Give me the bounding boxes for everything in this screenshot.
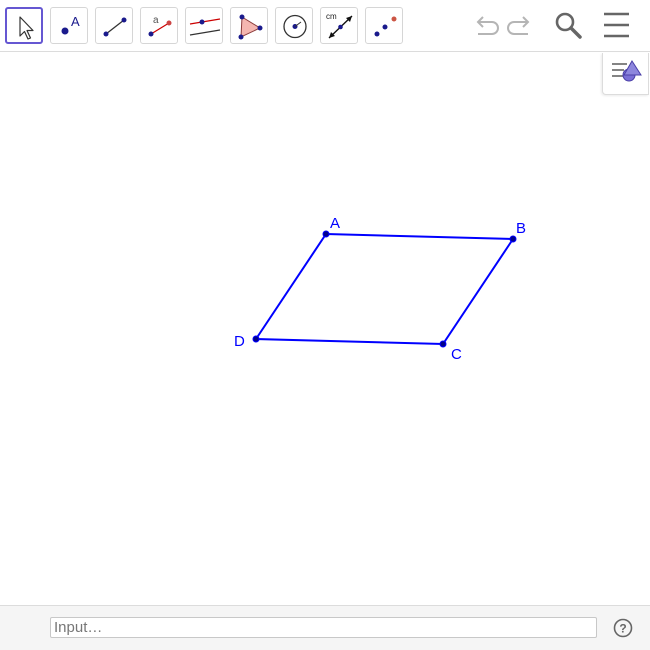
input-bar: ? <box>0 605 650 650</box>
tool-circle[interactable] <box>275 7 313 44</box>
point-a-label: A <box>330 215 340 232</box>
help-icon[interactable]: ? <box>613 618 633 638</box>
graphics-view[interactable]: A B C D <box>0 53 650 605</box>
tool-polygon[interactable] <box>230 7 268 44</box>
slider-icon: a <box>148 15 172 37</box>
polygon-abcd <box>254 232 515 346</box>
algebra-input[interactable] <box>50 617 597 638</box>
point-d-label: D <box>234 333 245 350</box>
svg-text:a: a <box>153 15 159 26</box>
search-icon[interactable] <box>553 10 585 42</box>
point-c-label: C <box>451 346 462 363</box>
point-icon: A <box>61 14 80 35</box>
distance-icon: cm <box>326 12 353 39</box>
point-a <box>322 230 330 238</box>
tool-reflect[interactable] <box>365 7 403 44</box>
arrow-cursor-icon <box>19 16 34 40</box>
segment-icon <box>103 17 127 37</box>
graphics-style-icon <box>612 60 642 82</box>
tool-distance[interactable]: cm <box>320 7 358 44</box>
parallel-lines-icon <box>189 18 221 36</box>
point-c <box>439 340 447 348</box>
toolbar: A a cm <box>0 0 650 52</box>
tool-segment[interactable] <box>95 7 133 44</box>
tool-move[interactable] <box>5 7 43 44</box>
tool-point[interactable]: A <box>50 7 88 44</box>
point-b-label: B <box>516 220 526 237</box>
tool-parallel-line[interactable] <box>185 7 223 44</box>
tool-slider[interactable]: a <box>140 7 178 44</box>
point-d <box>252 335 260 343</box>
undo-icon[interactable] <box>470 10 500 40</box>
help-glyph: ? <box>619 622 626 636</box>
distance-unit-label: cm <box>326 12 337 21</box>
svg-text:A: A <box>71 14 80 29</box>
circle-icon <box>283 14 307 39</box>
redo-icon[interactable] <box>506 10 536 40</box>
graphics-canvas[interactable]: A B C D <box>0 53 650 605</box>
polygon-icon <box>238 14 263 40</box>
style-bar-toggle[interactable] <box>602 53 649 95</box>
menu-icon[interactable] <box>602 10 632 40</box>
reflect-icon <box>374 16 397 37</box>
